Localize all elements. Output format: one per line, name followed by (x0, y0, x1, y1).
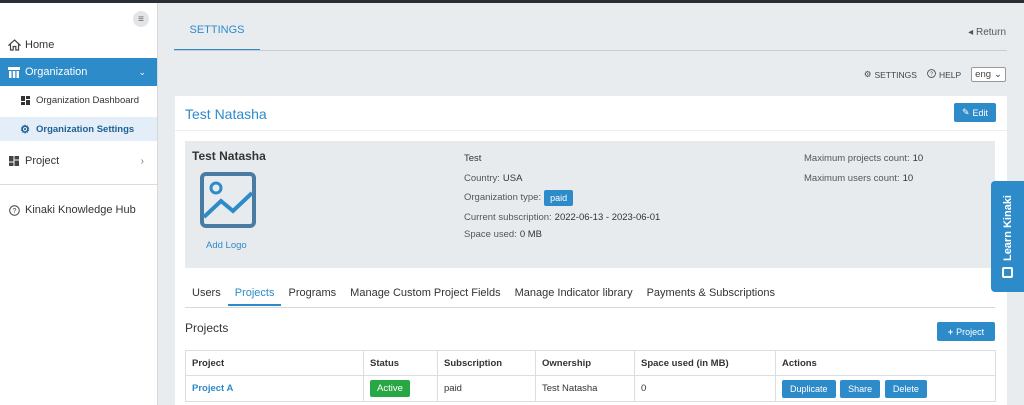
tab-payments-subscriptions[interactable]: Payments & Subscriptions (640, 285, 782, 306)
help-circle-icon: ? (927, 69, 936, 80)
add-project-button[interactable]: + Project (937, 322, 995, 341)
help-link[interactable]: ? HELP (927, 69, 961, 80)
gear-icon: ⚙ (20, 123, 30, 136)
share-button[interactable]: Share (840, 379, 881, 398)
tab-custom-project-fields[interactable]: Manage Custom Project Fields (343, 285, 507, 306)
tab-users[interactable]: Users (185, 285, 228, 306)
country-value: USA (502, 172, 523, 184)
learn-kinaki-label: Learn Kinaki (1001, 195, 1014, 262)
pencil-icon: ✎ (961, 107, 970, 117)
sidebar-item-label: Organization Dashboard (36, 94, 139, 106)
book-icon (1002, 266, 1013, 278)
max-users-value: 10 (902, 172, 914, 184)
learn-kinaki-button[interactable]: Learn Kinaki (991, 181, 1024, 292)
column-header: Space used (in MB) (634, 350, 776, 376)
column-header: Project (185, 350, 364, 376)
return-link[interactable]: ◂ Return (968, 27, 1006, 38)
country-label: Country: (464, 172, 500, 184)
sidebar-item-label: Kinaki Knowledge Hub (25, 204, 136, 216)
sidebar-divider (0, 184, 157, 185)
space-value: 0 MB (519, 228, 543, 240)
max-projects-label: Maximum projects count: (804, 153, 910, 165)
help-link-label: HELP (938, 69, 962, 80)
max-projects-value: 10 (912, 153, 924, 165)
organization-description: Test (464, 153, 482, 165)
projects-table: Project Status Subscription Ownership Sp… (185, 350, 996, 402)
gear-icon: ⚙ (863, 69, 872, 79)
column-header: Subscription (437, 350, 536, 376)
dashboard-icon (18, 93, 32, 107)
tab-programs[interactable]: Programs (281, 285, 343, 306)
tab-indicator-library[interactable]: Manage Indicator library (508, 285, 640, 306)
card-divider (175, 130, 1007, 131)
sidebar-item-label: Organization Settings (36, 123, 135, 135)
chevron-down-icon: ⌄ (138, 66, 146, 77)
table-row: Project A Active paid Test Natasha 0 Dup… (185, 375, 996, 402)
tab-divider (174, 50, 1007, 51)
org-type-label: Organization type: (464, 192, 542, 204)
subtab-divider (185, 307, 995, 308)
tab-settings[interactable]: SETTINGS (174, 24, 260, 51)
projects-heading: Projects (185, 321, 229, 335)
menu-toggle-icon[interactable]: ≡ (133, 11, 149, 27)
sidebar-item-project[interactable]: Project › (0, 149, 157, 173)
organization-details: Test Country: USA Organization type: paid … (464, 149, 660, 241)
column-header: Ownership (535, 350, 635, 376)
settings-link-label: SETTINGS (874, 69, 917, 80)
sidebar-item-home[interactable]: Home (0, 33, 157, 57)
table-header-row: Project Status Subscription Ownership Sp… (185, 350, 996, 376)
sidebar-item-label: Home (25, 39, 55, 51)
return-label: Return (975, 27, 1006, 38)
edit-button[interactable]: ✎ Edit (954, 103, 996, 122)
status-badge: Active (370, 380, 410, 397)
svg-text:?: ? (12, 208, 16, 215)
max-users-label: Maximum users count: (804, 172, 900, 184)
tab-projects[interactable]: Projects (227, 285, 282, 306)
sidebar-item-knowledge-hub[interactable]: ? Kinaki Knowledge Hub (0, 199, 157, 221)
organization-card: Test Natasha ✎ Edit Test Natasha Add Log… (175, 96, 1007, 405)
space-cell: 0 (634, 375, 776, 402)
space-label: Space used: (464, 228, 517, 240)
image-placeholder-icon[interactable] (199, 171, 257, 229)
organization-icon (7, 65, 21, 79)
chevron-right-icon: › (140, 155, 144, 167)
dashboard-icon (7, 154, 21, 168)
add-project-label: Project (956, 326, 985, 337)
chevron-down-icon: ⌄ (994, 69, 1002, 80)
ownership-cell: Test Natasha (535, 375, 635, 402)
column-header: Actions (775, 350, 996, 376)
sidebar-item-organization[interactable]: Organization ⌄ (0, 58, 157, 86)
help-circle-icon: ? (7, 203, 21, 217)
add-logo-link[interactable]: Add Logo (206, 240, 247, 251)
settings-link[interactable]: ⚙ SETTINGS (864, 69, 917, 80)
duplicate-button[interactable]: Duplicate (782, 379, 836, 398)
organization-name: Test Natasha (192, 149, 266, 163)
organization-limits: Maximum projects count: 10 Maximum users … (804, 149, 923, 188)
sidebar: ≡ Home Organization ⌄ Organization Dashb… (0, 3, 158, 405)
subscription-cell: paid (437, 375, 536, 402)
org-type-badge: paid (544, 189, 574, 206)
organization-subtabs: Users Projects Programs Manage Custom Pr… (185, 285, 782, 306)
language-select[interactable]: eng ⌄ (971, 67, 1006, 82)
subscription-label: Current subscription: (464, 211, 552, 223)
home-icon (7, 38, 21, 52)
edit-label: Edit (972, 107, 989, 118)
project-link[interactable]: Project A (192, 383, 233, 394)
sidebar-item-org-dashboard[interactable]: Organization Dashboard (0, 89, 157, 111)
utility-bar: ⚙ SETTINGS ? HELP eng ⌄ (864, 67, 1006, 82)
page-title: Test Natasha (185, 106, 267, 122)
subscription-value: 2022-06-13 - 2023-06-01 (554, 211, 661, 223)
language-value: eng (975, 69, 992, 80)
caret-left-icon: ◂ (968, 27, 976, 38)
column-header: Status (363, 350, 438, 376)
sidebar-item-label: Organization (25, 66, 88, 78)
sidebar-item-org-settings[interactable]: ⚙ Organization Settings (0, 117, 157, 141)
organization-info-panel: Test Natasha Add Logo Test Country: USA O… (185, 141, 995, 268)
sidebar-item-label: Project (25, 155, 60, 167)
plus-icon: + (947, 326, 954, 337)
svg-text:?: ? (930, 72, 933, 78)
delete-button[interactable]: Delete (884, 379, 927, 398)
